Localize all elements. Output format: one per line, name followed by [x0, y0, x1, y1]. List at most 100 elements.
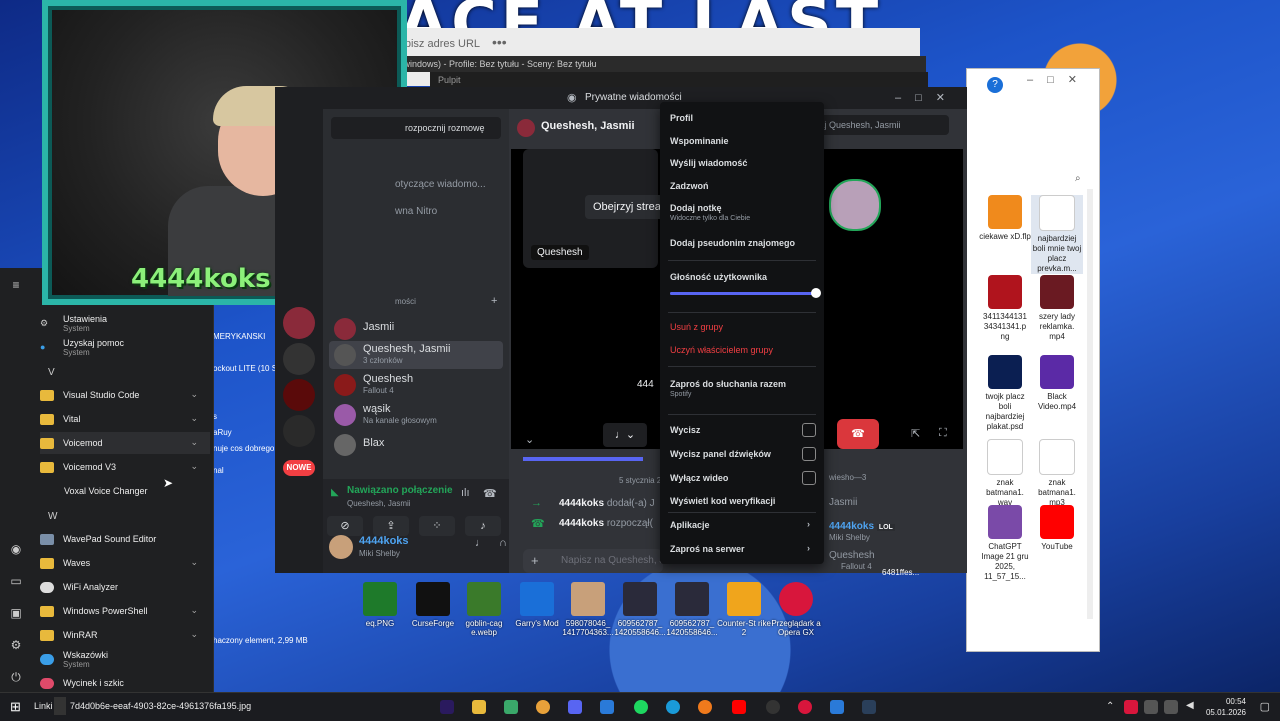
file-item[interactable]: YouTube — [1031, 505, 1083, 552]
ctx-zapros-do-sluchania[interactable]: Zaproś do słuchania razem Spotify — [670, 379, 816, 398]
soundboard-button[interactable]: ♪ — [465, 516, 501, 536]
desktop-icon[interactable]: goblin-cag e.webp — [456, 582, 512, 637]
start-item-wavepad[interactable]: WavePad Sound Editor — [40, 528, 210, 550]
ctx-dodaj-pseudonim[interactable]: Dodaj pseudonim znajomego — [670, 238, 816, 248]
checkbox[interactable] — [802, 471, 816, 485]
desktop-icon[interactable]: Przeglądark a Opera GX — [768, 582, 824, 637]
start-item-wycinek[interactable]: Wycinek i szkic — [40, 672, 210, 694]
file-item[interactable]: Black Video.mp4 — [1031, 355, 1083, 412]
file-item[interactable]: najbardziej boli mnie twoj placz prevka.… — [1031, 195, 1083, 274]
vpn-icon[interactable] — [504, 700, 518, 714]
start-item-voxal[interactable]: Voxal Voice Changer — [64, 480, 234, 502]
dm-fragment[interactable]: otyczące wiadomo... — [395, 179, 486, 190]
member-item[interactable]: 4444koks LOL — [829, 521, 895, 532]
ctx-profil[interactable]: Profil — [670, 113, 816, 123]
file-item[interactable]: twojk placz boli najbardziej plakat.psd — [979, 355, 1031, 432]
start-item-ustawienia[interactable]: ⚙ Ustawienia System — [40, 312, 210, 334]
opera-icon[interactable] — [798, 700, 812, 714]
ctx-uczyn-wlascicielem[interactable]: Uczyń właścicielem grupy — [670, 345, 816, 355]
server-icon[interactable] — [283, 379, 315, 411]
recorder-icon[interactable] — [766, 700, 780, 714]
chrome-icon[interactable] — [536, 700, 550, 714]
dm-item-selected[interactable]: Queshesh, Jasmii 3 członków — [329, 341, 503, 369]
microphone-icon[interactable]: ♩ — [475, 537, 486, 549]
desktop-icon[interactable]: 598078046_ 1417704363... — [560, 582, 616, 637]
ctx-wylacz-wideo[interactable]: Wyłącz wideo — [670, 471, 816, 485]
letter-header-v[interactable]: V — [48, 367, 55, 378]
ctx-usun-z-grupy[interactable]: Usuń z grupy — [670, 322, 816, 332]
checkbox[interactable] — [802, 423, 816, 437]
desktop-icon[interactable]: 609562787_ 1420558646... — [612, 582, 668, 637]
fullscreen-icon[interactable]: ⛶ — [939, 427, 947, 440]
desktop-icon[interactable]: Garry's Mod — [509, 582, 565, 628]
spotify-icon[interactable] — [634, 700, 648, 714]
member-item[interactable]: Jasmii — [829, 497, 857, 508]
signal-icon[interactable]: ◣ — [331, 487, 339, 498]
hamburger-icon[interactable]: ≡ — [9, 278, 23, 292]
start-item-powershell[interactable]: Windows PowerShell ⌄ — [40, 600, 210, 622]
start-item-vital[interactable]: Vital ⌄ — [40, 408, 210, 430]
user-avatar[interactable] — [329, 535, 353, 559]
pictures-icon[interactable]: ▣ — [9, 606, 23, 620]
start-item-pomoc[interactable]: ● Uzyskaj pomoc System — [40, 336, 210, 358]
tray-app-icon[interactable] — [1164, 700, 1178, 714]
desktop-icon[interactable]: Counter-St rike 2 — [716, 582, 772, 637]
start-item-waves[interactable]: Waves ⌄ — [40, 552, 210, 574]
ctx-wycisz[interactable]: Wycisz — [670, 423, 816, 437]
member-item[interactable]: Queshesh — [829, 550, 875, 561]
activities-button[interactable]: ⁘ — [419, 516, 455, 536]
volume-slider-track[interactable] — [670, 288, 821, 298]
power-icon[interactable]: ⏻ — [9, 670, 23, 684]
screen-share-button[interactable]: ⇪ — [373, 516, 409, 536]
dm-fragment[interactable]: wna Nitro — [395, 206, 437, 217]
file-item[interactable]: ChatGPT Image 21 gru 2025, 11_57_15... — [979, 505, 1031, 582]
desktop-icon[interactable]: CurseForge — [405, 582, 461, 628]
discord-window-buttons[interactable]: –□✕ — [895, 91, 959, 104]
ctx-wycisz-panel[interactable]: Wycisz panel dźwięków — [670, 447, 816, 461]
discord-icon[interactable] — [568, 700, 582, 714]
folder-icon[interactable] — [472, 700, 486, 714]
links-toolbar[interactable]: Linki — [34, 701, 53, 711]
new-badge[interactable]: NOWE — [283, 460, 315, 476]
tray-chevron-icon[interactable]: ⌃ — [1106, 701, 1114, 712]
noise-suppression-icon[interactable]: ılı — [461, 487, 470, 499]
participant-avatar[interactable] — [829, 179, 881, 231]
start-item-wskazowki[interactable]: Wskazówki System — [40, 648, 210, 670]
ctx-aplikacje[interactable]: Aplikacje › — [670, 519, 816, 530]
explorer-scrollbar[interactable] — [1087, 189, 1093, 619]
disconnect-icon[interactable]: ☎ — [483, 487, 497, 500]
file-item[interactable]: znak batmana1. wav — [979, 439, 1031, 508]
message-input[interactable]: + Napisz na Queshesh, J — [523, 549, 664, 573]
ctx-kod-weryfikacji[interactable]: Wyświetl kod weryfikacji — [670, 496, 816, 506]
dm-item[interactable]: wąsik Na kanale głosowym — [329, 401, 503, 427]
desktop-icon[interactable]: eq.PNG — [352, 582, 408, 628]
hang-up-button[interactable]: ☎ — [837, 419, 879, 449]
start-item-winrar[interactable]: WinRAR ⌄ — [40, 624, 210, 646]
ctx-zadzwon[interactable]: Zadzwoń — [670, 181, 816, 191]
add-attachment-icon[interactable]: + — [531, 553, 539, 568]
help-icon[interactable]: ? — [987, 77, 1003, 93]
popout-icon[interactable]: ⇱ — [911, 427, 920, 440]
dm-item[interactable]: Queshesh Fallout 4 — [329, 371, 503, 397]
file-item[interactable]: znak batmana1. mp3 — [1031, 439, 1083, 508]
chevron-down-icon[interactable]: ⌄ — [525, 433, 534, 446]
add-dm-icon[interactable]: + — [491, 295, 497, 307]
ctx-zapros-na-serwer[interactable]: Zaproś na serwer › — [670, 543, 816, 554]
youtube-icon[interactable] — [732, 700, 746, 714]
user-name[interactable]: 4444koks — [359, 535, 409, 547]
premiere-icon[interactable] — [440, 700, 454, 714]
explorer-window-buttons[interactable]: –□✕ — [1027, 73, 1091, 86]
letter-header-w[interactable]: W — [48, 511, 57, 522]
ctx-dodaj-notke[interactable]: Dodaj notkę Widoczne tylko dla Ciebie — [670, 203, 816, 222]
start-item-voicemod-v3[interactable]: Voicemod V3 ⌄ — [40, 456, 210, 478]
microphone-toggle-button[interactable]: ♩⌄ — [603, 423, 647, 447]
user-icon[interactable]: ◉ — [9, 542, 23, 556]
search-input[interactable]: kaj Queshesh, Jasmii — [809, 115, 949, 135]
start-item-vscode[interactable]: Visual Studio Code ⌄ — [40, 384, 210, 406]
firefox-icon[interactable] — [698, 700, 712, 714]
file-item[interactable]: 3411344131 34341341.p ng — [979, 275, 1031, 342]
server-icon[interactable] — [283, 415, 315, 447]
file-item[interactable]: szery lady reklamka. mp4 — [1031, 275, 1083, 342]
tray-app-icon[interactable] — [1124, 700, 1138, 714]
dm-item[interactable]: Jasmii — [329, 315, 503, 341]
